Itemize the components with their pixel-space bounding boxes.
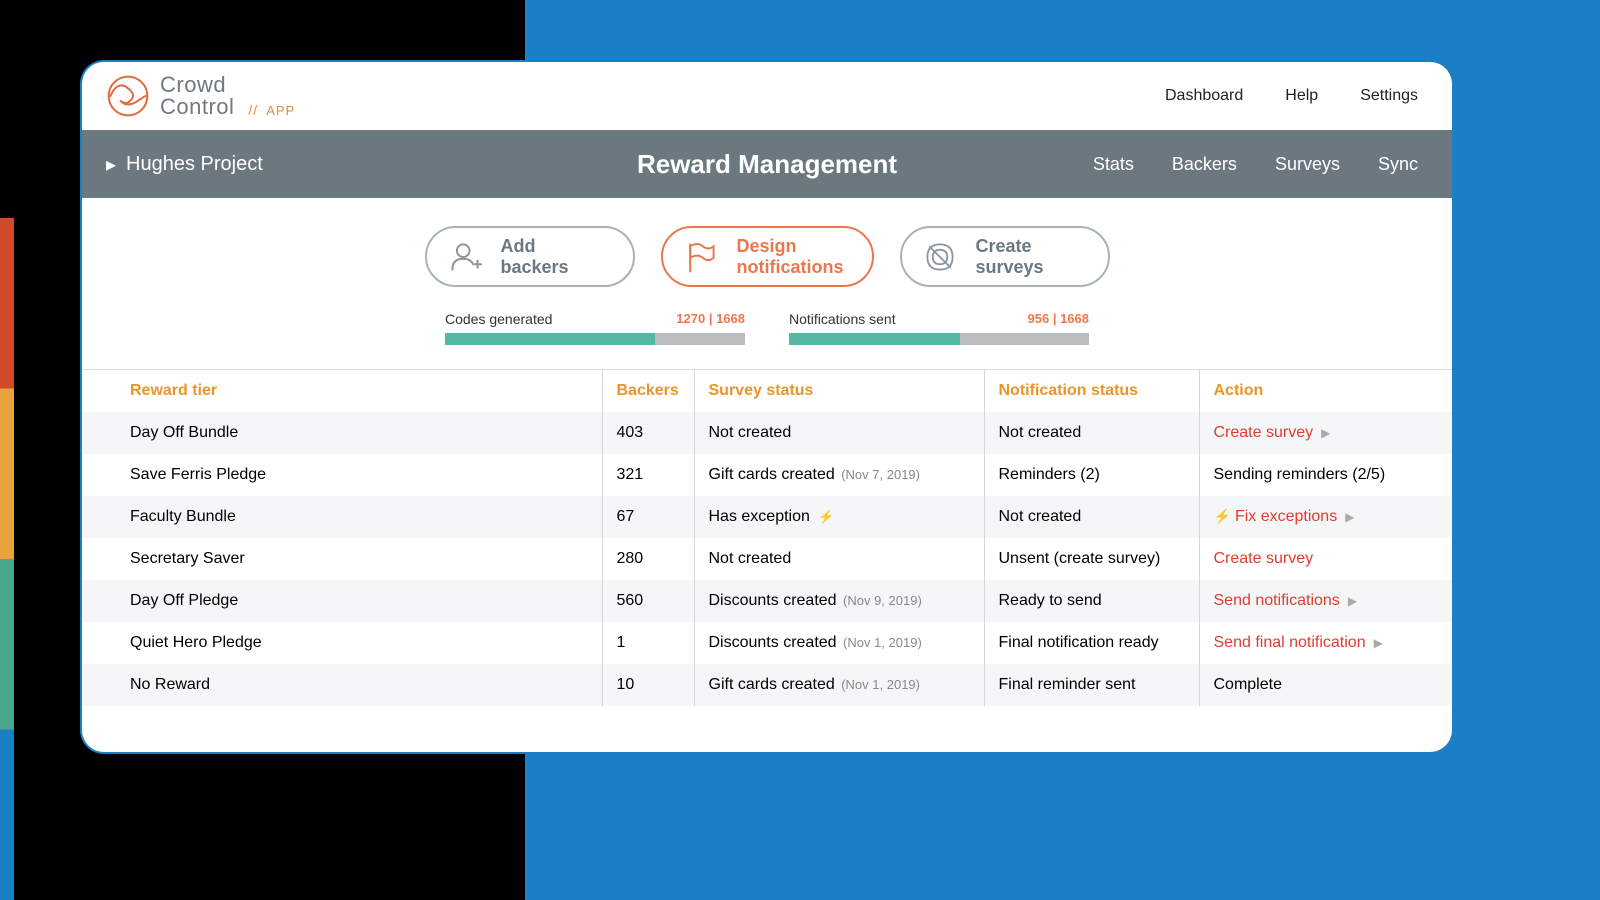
table-row: Faculty Bundle67Has exception ⚡Not creat… <box>82 496 1452 538</box>
chevron-right-icon: ▶ <box>1374 636 1383 650</box>
pill-label-l1: Add <box>501 236 569 257</box>
cell-notif: Not created <box>984 496 1199 538</box>
cell-survey: Gift cards created (Nov 7, 2019) <box>694 454 984 496</box>
col-action[interactable]: Action <box>1199 370 1452 412</box>
cell-backers: 560 <box>602 580 694 622</box>
cell-survey: Not created <box>694 412 984 454</box>
brand-line2: Control <box>160 96 234 118</box>
subheader: ▸ Hughes Project Reward Management Stats… <box>82 130 1452 198</box>
cell-backers: 280 <box>602 538 694 580</box>
cell-notif: Final reminder sent <box>984 664 1199 706</box>
notifications-sent-progress: Notifications sent 956 | 1668 <box>789 311 1089 345</box>
wave-logo-icon <box>106 74 150 118</box>
cell-action[interactable]: Create survey▶ <box>1199 412 1452 454</box>
cell-tier: No Reward <box>82 664 602 706</box>
create-surveys-button[interactable]: Create surveys <box>900 226 1110 287</box>
table-row: Quiet Hero Pledge1Discounts created (Nov… <box>82 622 1452 664</box>
brand-line1: Crowd <box>160 74 234 96</box>
app-window: Crowd Control // APP Dashboard Help Sett… <box>82 62 1452 752</box>
cell-action[interactable]: Send notifications▶ <box>1199 580 1452 622</box>
cell-notif: Final notification ready <box>984 622 1199 664</box>
nav-help[interactable]: Help <box>1285 87 1318 105</box>
nav-dashboard[interactable]: Dashboard <box>1165 87 1243 105</box>
nav-settings[interactable]: Settings <box>1360 87 1418 105</box>
cell-action[interactable]: Send final notification▶ <box>1199 622 1452 664</box>
cell-survey: Discounts created (Nov 9, 2019) <box>694 580 984 622</box>
cell-action[interactable]: Sending reminders (2/5) <box>1199 454 1452 496</box>
bolt-icon: ⚡ <box>1214 508 1231 524</box>
cell-survey: Discounts created (Nov 1, 2019) <box>694 622 984 664</box>
brand: Crowd Control // APP <box>106 74 295 118</box>
chevron-right-icon: ▸ <box>106 152 116 177</box>
cell-notif: Unsent (create survey) <box>984 538 1199 580</box>
cell-tier: Secretary Saver <box>82 538 602 580</box>
subnav-backers[interactable]: Backers <box>1172 154 1237 175</box>
cell-survey: Not created <box>694 538 984 580</box>
progress-count: 956 | 1668 <box>1028 311 1089 327</box>
cell-backers: 1 <box>602 622 694 664</box>
cell-notif: Not created <box>984 412 1199 454</box>
cell-tier: Quiet Hero Pledge <box>82 622 602 664</box>
progress-row: Codes generated 1270 | 1668 Notification… <box>82 311 1452 365</box>
survey-icon <box>922 239 958 275</box>
chevron-right-icon: ▶ <box>1348 594 1357 608</box>
project-name: Hughes Project <box>126 153 263 176</box>
cell-backers: 67 <box>602 496 694 538</box>
table-row: Day Off Bundle403Not created Not created… <box>82 412 1452 454</box>
rewards-table: Reward tier Backers Survey status Notifi… <box>82 370 1452 706</box>
subnav-stats[interactable]: Stats <box>1093 154 1134 175</box>
cell-tier: Day Off Bundle <box>82 412 602 454</box>
sub-nav: Stats Backers Surveys Sync <box>1093 154 1418 175</box>
table-row: Secretary Saver280Not created Unsent (cr… <box>82 538 1452 580</box>
cell-backers: 10 <box>602 664 694 706</box>
table-row: No Reward10Gift cards created (Nov 1, 20… <box>82 664 1452 706</box>
subnav-surveys[interactable]: Surveys <box>1275 154 1340 175</box>
brand-slash: // <box>248 102 258 118</box>
cell-tier: Save Ferris Pledge <box>82 454 602 496</box>
add-backers-button[interactable]: Add backers <box>425 226 635 287</box>
cell-backers: 321 <box>602 454 694 496</box>
subnav-sync[interactable]: Sync <box>1378 154 1418 175</box>
cell-action[interactable]: ⚡Fix exceptions▶ <box>1199 496 1452 538</box>
progress-label: Codes generated <box>445 311 552 327</box>
flag-icon <box>683 239 719 275</box>
cell-action[interactable]: Create survey <box>1199 538 1452 580</box>
col-tier[interactable]: Reward tier <box>82 370 602 412</box>
topbar: Crowd Control // APP Dashboard Help Sett… <box>82 62 1452 130</box>
cell-action[interactable]: Complete <box>1199 664 1452 706</box>
pill-label-l2: backers <box>501 257 569 278</box>
cell-notif: Reminders (2) <box>984 454 1199 496</box>
action-pills: Add backers Design notifications <box>82 198 1452 311</box>
add-user-icon <box>447 239 483 275</box>
table-row: Save Ferris Pledge321Gift cards created … <box>82 454 1452 496</box>
col-backers[interactable]: Backers <box>602 370 694 412</box>
cell-backers: 403 <box>602 412 694 454</box>
codes-generated-progress: Codes generated 1270 | 1668 <box>445 311 745 345</box>
col-survey[interactable]: Survey status <box>694 370 984 412</box>
cell-survey: Gift cards created (Nov 1, 2019) <box>694 664 984 706</box>
chevron-right-icon: ▶ <box>1345 510 1354 524</box>
design-notifications-button[interactable]: Design notifications <box>661 226 874 287</box>
top-nav: Dashboard Help Settings <box>1165 87 1418 105</box>
cell-survey: Has exception ⚡ <box>694 496 984 538</box>
pill-label-l1: Create <box>976 236 1044 257</box>
pill-label-l2: surveys <box>976 257 1044 278</box>
col-notif[interactable]: Notification status <box>984 370 1199 412</box>
chevron-right-icon: ▶ <box>1321 426 1330 440</box>
cell-tier: Day Off Pledge <box>82 580 602 622</box>
cell-notif: Ready to send <box>984 580 1199 622</box>
page-title: Reward Management <box>637 149 897 180</box>
pill-label-l1: Design <box>737 236 844 257</box>
project-selector[interactable]: ▸ Hughes Project <box>106 152 263 177</box>
table-row: Day Off Pledge560Discounts created (Nov … <box>82 580 1452 622</box>
bolt-icon: ⚡ <box>818 509 834 524</box>
brand-app-label: APP <box>266 103 295 118</box>
pill-label-l2: notifications <box>737 257 844 278</box>
progress-label: Notifications sent <box>789 311 896 327</box>
progress-count: 1270 | 1668 <box>676 311 745 327</box>
cell-tier: Faculty Bundle <box>82 496 602 538</box>
